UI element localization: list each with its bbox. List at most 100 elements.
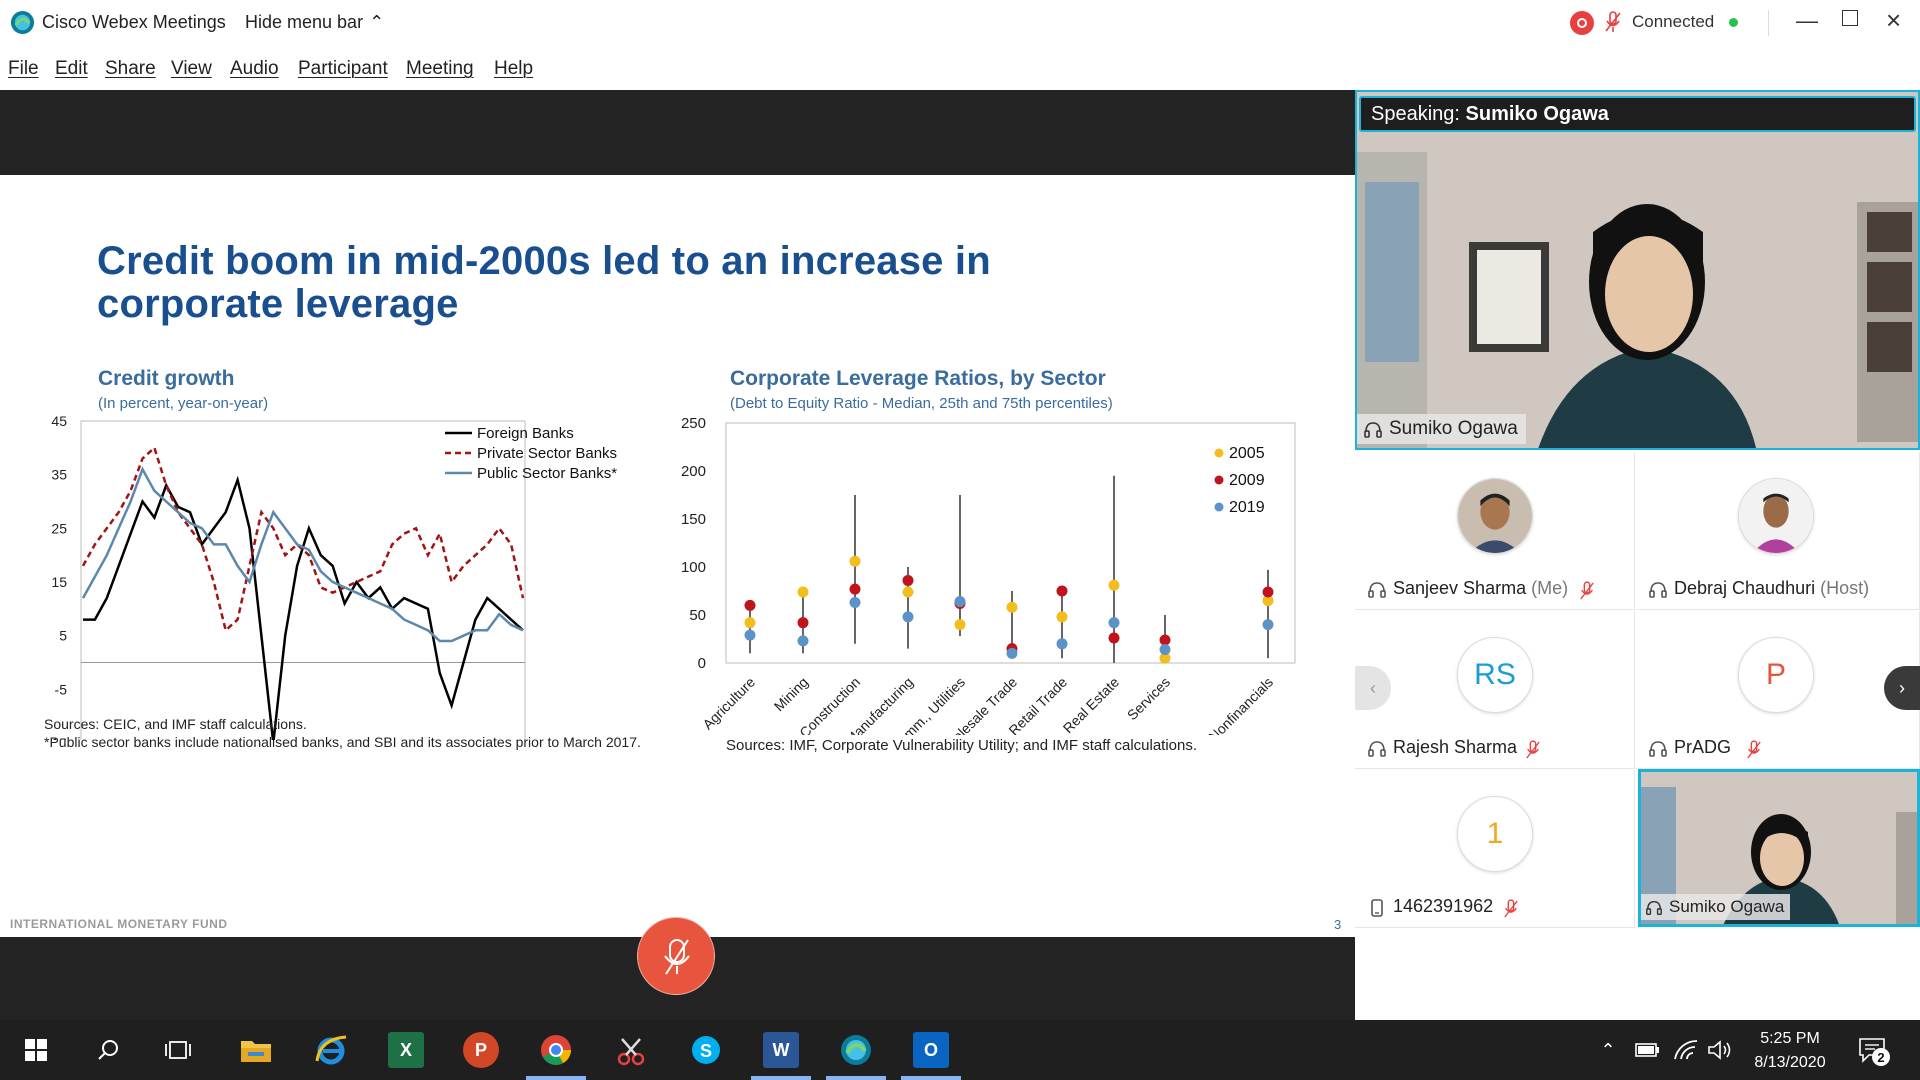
participant-name: Debraj Chaudhuri (Host): [1674, 578, 1869, 599]
muted-mic-icon[interactable]: [1525, 739, 1541, 761]
speaking-indicator: Speaking: Sumiko Ogawa: [1359, 96, 1916, 132]
legend-label: Foreign Banks: [477, 425, 574, 442]
data-point-2009: [1056, 585, 1068, 597]
legend-dot: [1214, 502, 1224, 512]
data-point-2009: [1159, 634, 1171, 646]
plot-frame: [725, 422, 1296, 664]
y-tick-label: 50: [689, 607, 706, 624]
plot-frame: [80, 420, 526, 740]
phone-icon: [1367, 898, 1387, 923]
webex-taskbar-icon[interactable]: [838, 1032, 874, 1068]
category-label: Mining: [771, 674, 811, 714]
presentation-slide: Credit boom in mid-2000s led to an incre…: [0, 175, 1355, 937]
y-tick-label: 250: [681, 415, 706, 432]
data-point-2019: [849, 597, 861, 609]
headset-icon: [1367, 739, 1387, 764]
data-point-2019: [744, 629, 756, 641]
slide-title-line-1: Credit boom in mid-2000s led to an incre…: [97, 239, 991, 283]
muted-mic-icon[interactable]: [1579, 580, 1595, 602]
menu-audio[interactable]: Audio: [230, 58, 279, 80]
avatar: [1457, 478, 1533, 554]
muted-mic-icon[interactable]: [1604, 10, 1622, 34]
next-page-button[interactable]: ›: [1884, 666, 1920, 710]
shared-content-area: Credit boom in mid-2000s led to an incre…: [0, 90, 1355, 1020]
active-speaker-video[interactable]: Speaking: Sumiko Ogawa Sumiko Ogawa: [1355, 90, 1920, 450]
menu-view[interactable]: View: [171, 58, 212, 80]
slide-title-line-2: corporate leverage: [97, 282, 459, 326]
hide-menu-bar-button[interactable]: Hide menu bar ⌃: [245, 12, 384, 33]
notifications-icon[interactable]: 2: [1854, 1032, 1890, 1068]
word-active-indicator: [751, 1076, 811, 1080]
legend-label: 2009: [1229, 472, 1265, 489]
self-video-tile[interactable]: Sumiko Ogawa: [1638, 769, 1920, 927]
speaking-label: Speaking:: [1371, 103, 1460, 125]
chrome-icon[interactable]: [538, 1032, 574, 1068]
snipping-tool-icon[interactable]: [613, 1032, 649, 1068]
menu-share[interactable]: Share: [105, 58, 156, 80]
connection-status: Connected: [1632, 12, 1715, 31]
svg-text:S: S: [700, 1041, 712, 1061]
volume-icon[interactable]: [1702, 1032, 1738, 1068]
menu-bar: File Edit Share View Audio Participant M…: [0, 48, 1920, 88]
y-tick-label: 35: [51, 467, 67, 483]
data-point-2019: [1159, 644, 1171, 656]
webex-window: Cisco Webex Meetings Hide menu bar ⌃ Conn…: [0, 0, 1920, 1080]
skype-icon[interactable]: S: [688, 1032, 724, 1068]
powerpoint-icon[interactable]: P: [463, 1032, 499, 1068]
word-icon[interactable]: W: [763, 1032, 799, 1068]
leverage-chart-subtitle: (Debt to Equity Ratio - Median, 25th and…: [730, 395, 1113, 412]
muted-mic-icon[interactable]: [1503, 898, 1519, 920]
slide-page-number: 3: [1334, 917, 1342, 932]
close-icon[interactable]: ×: [1886, 5, 1901, 36]
legend-label: Private Sector Banks: [477, 445, 617, 462]
file-explorer-icon[interactable]: [238, 1032, 274, 1068]
participant-tile[interactable]: RS Rajesh Sharma: [1355, 611, 1635, 769]
battery-icon[interactable]: [1630, 1032, 1666, 1068]
unmute-button[interactable]: [637, 917, 715, 995]
data-point-2009: [902, 574, 914, 586]
series-line-private-sector-banks: [81, 445, 525, 633]
taskbar-clock[interactable]: 5:25 PM 8/13/2020: [1740, 1027, 1840, 1075]
recording-icon[interactable]: [1570, 11, 1594, 35]
menu-edit[interactable]: Edit: [55, 58, 88, 80]
task-view-icon[interactable]: [160, 1032, 196, 1068]
participant-tile[interactable]: Sanjeev Sharma (Me): [1355, 452, 1635, 610]
speaker-tag-name: Sumiko Ogawa: [1389, 418, 1518, 439]
participant-tile[interactable]: P PrADG: [1636, 611, 1920, 769]
legend-dot: [1214, 448, 1224, 458]
participant-role: (Me): [1531, 578, 1569, 598]
data-point-2005: [1006, 601, 1018, 613]
leverage-chart-title: Corporate Leverage Ratios, by Sector: [730, 367, 1106, 390]
excel-icon[interactable]: X: [388, 1032, 424, 1068]
headset-icon: [1645, 899, 1663, 922]
windows-start-icon[interactable]: [18, 1032, 54, 1068]
y-tick-label: 15: [51, 574, 67, 590]
hide-menu-label: Hide menu bar: [245, 12, 364, 32]
muted-mic-icon[interactable]: [1746, 739, 1762, 761]
search-icon[interactable]: [90, 1032, 126, 1068]
legend-label: 2005: [1229, 445, 1265, 462]
menu-meeting[interactable]: Meeting: [406, 58, 474, 80]
title-bar: Cisco Webex Meetings Hide menu bar ⌃ Conn…: [0, 0, 1920, 45]
minimize-icon[interactable]: —: [1796, 8, 1818, 34]
internet-explorer-icon[interactable]: [313, 1032, 349, 1068]
data-point-2019: [1108, 617, 1120, 629]
menu-participant[interactable]: Participant: [298, 58, 388, 80]
legend-label: 2019: [1229, 499, 1265, 516]
data-point-2005: [744, 617, 756, 629]
show-hidden-icons-chevron[interactable]: ⌃: [1590, 1032, 1626, 1068]
avatar-initials: P: [1738, 637, 1814, 713]
credit-growth-chart: 453525155-5-15Jun-03May-04Apr-05Mar-06Fe…: [47, 415, 617, 740]
participant-tile[interactable]: Debraj Chaudhuri (Host): [1636, 452, 1920, 610]
menu-file[interactable]: File: [8, 58, 39, 80]
notification-count-badge: 2: [1872, 1048, 1890, 1066]
menu-help[interactable]: Help: [494, 58, 533, 80]
maximize-icon[interactable]: [1842, 10, 1858, 26]
outlook-icon[interactable]: O: [913, 1032, 949, 1068]
participant-tile[interactable]: 1 1462391962: [1355, 770, 1635, 928]
outlook-active-indicator: [901, 1076, 961, 1080]
y-tick-label: 150: [681, 511, 706, 528]
wifi-icon[interactable]: [1668, 1032, 1704, 1068]
data-point-2019: [902, 611, 914, 623]
data-point-2005: [1056, 611, 1068, 623]
